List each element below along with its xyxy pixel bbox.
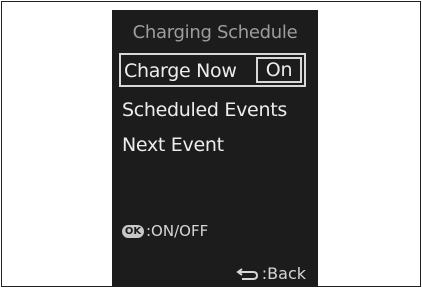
charge-now-toggle[interactable]: On	[256, 57, 302, 83]
menu-item-label: Scheduled Events	[122, 99, 287, 121]
menu-item-charge-now[interactable]: Charge Now On	[119, 53, 306, 87]
screen-title: Charging Schedule	[132, 22, 298, 43]
ok-hint-text: :ON/OFF	[146, 222, 209, 240]
back-button[interactable]: :Back	[236, 264, 306, 283]
menu-item-label: Charge Now	[124, 60, 237, 82]
menu-item-scheduled-events[interactable]: Scheduled Events	[122, 99, 287, 121]
menu-item-label: Next Event	[122, 134, 224, 156]
display-screen: Charging Schedule Charge Now On Schedule…	[112, 10, 318, 287]
figure-frame: Charging Schedule Charge Now On Schedule…	[1, 1, 421, 287]
ok-button-icon: OK	[122, 224, 144, 238]
back-arrow-icon	[236, 267, 258, 280]
ok-hint: OK :ON/OFF	[122, 222, 208, 240]
menu-item-next-event[interactable]: Next Event	[122, 134, 224, 156]
back-label: :Back	[261, 264, 306, 283]
